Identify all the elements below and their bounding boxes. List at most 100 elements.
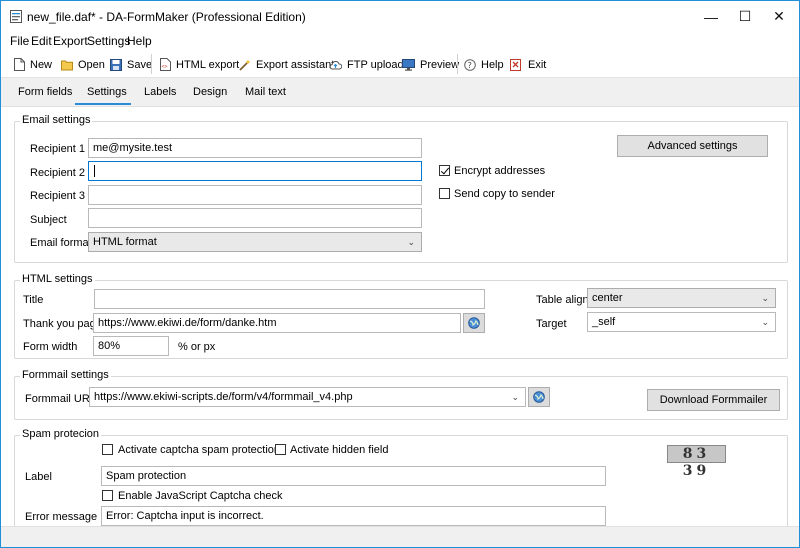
table-align-value: center — [592, 292, 623, 304]
js-captcha-checkbox[interactable] — [102, 490, 113, 501]
email-settings-title: Email settings — [20, 114, 93, 126]
advanced-settings-button[interactable]: Advanced settings — [617, 135, 768, 157]
html-export-label: HTML export — [176, 58, 240, 71]
svg-text:?: ? — [468, 61, 472, 70]
help-label: Help — [481, 58, 504, 71]
target-value: _self — [592, 316, 616, 328]
thank-you-page-input[interactable]: https://www.ekiwi.de/form/danke.htm — [93, 313, 461, 333]
spam-protection-title: Spam protecion — [20, 428, 102, 440]
spam-label-input[interactable]: Spam protection — [101, 466, 606, 486]
close-button[interactable]: ✕ — [761, 1, 797, 32]
formmail-url-label: Formmail URL — [25, 393, 96, 405]
minimize-icon: — — [704, 8, 718, 25]
html-settings-title: HTML settings — [20, 273, 95, 285]
toolbar-divider — [457, 54, 458, 74]
recipient3-input[interactable] — [88, 185, 422, 205]
error-message-label: Error message — [25, 511, 98, 523]
close-icon: ✕ — [773, 8, 785, 24]
html-file-icon: <> — [160, 58, 171, 71]
save-button[interactable]: Save — [110, 56, 152, 73]
target-select[interactable]: _self ⌄ — [587, 312, 776, 332]
tab-settings[interactable]: Settings — [87, 86, 127, 98]
title-bar: new_file.daf* - DA-FormMaker (Profession… — [1, 1, 799, 32]
preview-label: Preview — [420, 58, 460, 71]
upload-cloud-icon — [329, 60, 342, 69]
open-button[interactable]: Open — [61, 56, 105, 73]
tab-mail-text[interactable]: Mail text — [245, 86, 286, 98]
app-window: new_file.daf* - DA-FormMaker (Profession… — [0, 0, 800, 548]
hidden-field-label: Activate hidden field — [290, 444, 389, 456]
html-title-label: Title — [23, 294, 44, 306]
table-align-label: Table align — [536, 294, 589, 306]
form-width-input[interactable]: 80% — [93, 336, 169, 356]
recipient2-label: Recipient 2 — [30, 167, 86, 179]
toolbar-divider — [151, 54, 152, 74]
captcha-label: Activate captcha spam protection — [118, 444, 281, 456]
open-label: Open — [78, 58, 105, 71]
email-format-value: HTML format — [93, 236, 157, 248]
recipient3-label: Recipient 3 — [30, 190, 86, 202]
menu-edit[interactable]: Edit — [31, 34, 52, 48]
browse-thank-you-button[interactable] — [463, 313, 485, 333]
save-disk-icon — [110, 58, 122, 71]
help-button[interactable]: ? Help — [464, 56, 504, 73]
table-align-select[interactable]: center ⌄ — [587, 288, 776, 308]
monitor-icon — [402, 58, 415, 71]
toolbar: New Open Save <> HTML export Export assi… — [1, 50, 799, 78]
send-copy-label: Send copy to sender — [454, 188, 555, 200]
maximize-button[interactable]: ☐ — [727, 1, 763, 32]
encrypt-addresses-checkbox[interactable] — [439, 165, 450, 176]
form-width-label: Form width — [23, 341, 78, 353]
help-icon: ? — [464, 58, 476, 71]
ftp-upload-label: FTP upload — [347, 58, 404, 71]
thank-you-page-label: Thank you page — [23, 318, 102, 330]
email-format-select[interactable]: HTML format ⌄ — [88, 232, 422, 252]
new-button[interactable]: New — [14, 56, 52, 73]
exit-label: Exit — [528, 58, 547, 71]
formmail-settings-title: Formmail settings — [20, 369, 111, 381]
target-label: Target — [536, 318, 567, 330]
minimize-button[interactable]: — — [693, 1, 729, 32]
export-assistant-button[interactable]: Export assistant — [239, 56, 334, 73]
svg-text:<>: <> — [162, 64, 168, 70]
html-title-input[interactable] — [94, 289, 485, 309]
chevron-down-icon: ⌄ — [761, 317, 769, 327]
ftp-upload-button[interactable]: FTP upload — [329, 56, 404, 73]
tab-bar: Form fields Settings Labels Design Mail … — [1, 78, 799, 106]
globe-icon — [468, 317, 480, 329]
app-icon — [10, 10, 22, 23]
export-assistant-label: Export assistant — [256, 58, 335, 71]
window-title: new_file.daf* - DA-FormMaker (Profession… — [27, 10, 306, 24]
exit-button[interactable]: Exit — [510, 56, 546, 73]
recipient1-label: Recipient 1 — [30, 143, 86, 155]
globe-icon — [533, 391, 545, 403]
hidden-field-checkbox[interactable] — [275, 444, 286, 455]
error-message-input[interactable]: Error: Captcha input is incorrect. — [101, 506, 606, 526]
form-width-unit: % or px — [178, 341, 216, 353]
menu-help[interactable]: Help — [127, 34, 152, 48]
recipient2-input[interactable] — [88, 161, 422, 181]
active-tab-indicator — [75, 103, 131, 105]
formmail-url-input[interactable]: https://www.ekiwi-scripts.de/form/v4/for… — [89, 387, 526, 407]
html-export-button[interactable]: <> HTML export — [160, 56, 239, 73]
menu-file[interactable]: File — [10, 34, 29, 48]
recipient1-input[interactable]: me@mysite.test — [88, 138, 422, 158]
menu-export[interactable]: Export — [53, 34, 88, 48]
exit-icon — [510, 58, 521, 71]
open-folder-icon — [61, 60, 73, 70]
tab-design[interactable]: Design — [193, 86, 227, 98]
tab-form-fields[interactable]: Form fields — [18, 86, 72, 98]
download-formmailer-button[interactable]: Download Formmailer — [647, 389, 780, 411]
send-copy-checkbox[interactable] — [439, 188, 450, 199]
save-label: Save — [127, 58, 153, 71]
menu-settings[interactable]: Settings — [87, 34, 130, 48]
subject-input[interactable] — [88, 208, 422, 228]
subject-label: Subject — [30, 214, 67, 226]
chevron-down-icon: ⌄ — [407, 237, 415, 247]
preview-button[interactable]: Preview — [402, 56, 459, 73]
formmail-url-value: https://www.ekiwi-scripts.de/form/v4/for… — [94, 391, 353, 403]
encrypt-addresses-label: Encrypt addresses — [454, 165, 546, 177]
captcha-checkbox[interactable] — [102, 444, 113, 455]
tab-labels[interactable]: Labels — [144, 86, 176, 98]
browse-formmail-button[interactable] — [528, 387, 550, 407]
